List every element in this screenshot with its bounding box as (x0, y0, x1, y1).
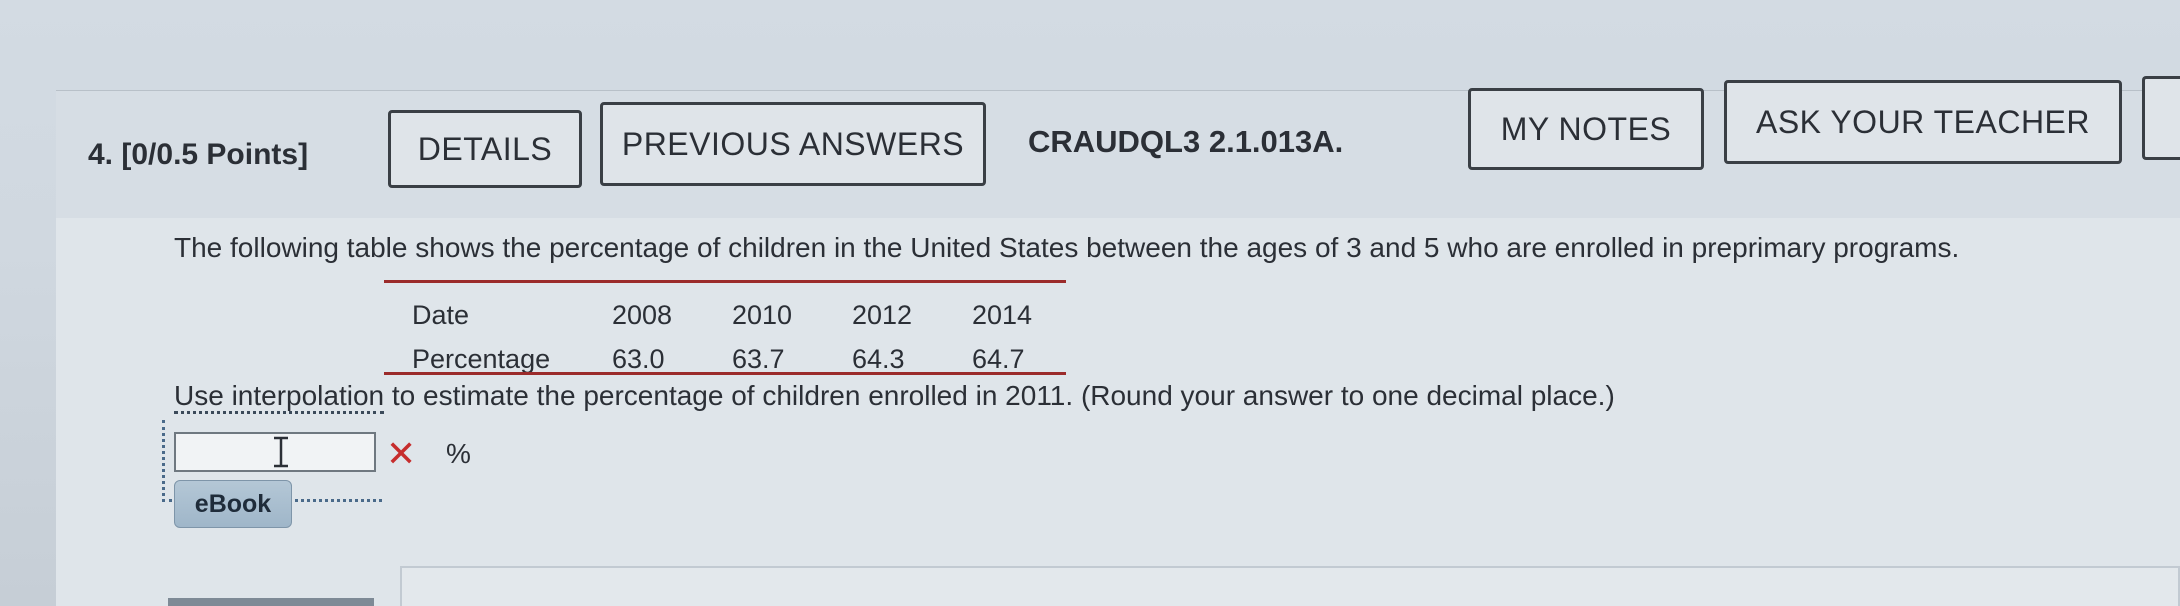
text-cursor-icon (274, 436, 288, 468)
table-row-date: Date 2008 2010 2012 2014 (384, 300, 1066, 340)
my-notes-button[interactable]: MY NOTES (1468, 88, 1704, 170)
table-cell: 63.7 (732, 344, 785, 374)
table-cell: 64.3 (852, 344, 905, 374)
table-cell: 2012 (852, 300, 913, 330)
ebook-button[interactable]: eBook (174, 480, 292, 528)
next-section-bar (168, 598, 374, 606)
next-section-box (400, 566, 2180, 606)
question-text: The following table shows the percentage… (174, 232, 1960, 263)
table-row-label: Percentage (412, 344, 551, 374)
table-top-rule (384, 280, 1066, 283)
table-row-label: Date (412, 300, 470, 330)
ask-your-teacher-button[interactable]: ASK YOUR TEACHER (1724, 80, 2122, 164)
question-number-label: 4. (88, 138, 114, 171)
table-row-percentage: Percentage 63.0 63.7 64.3 64.7 (384, 344, 1066, 384)
details-button[interactable]: DETAILS (388, 110, 582, 188)
question-reference: CRAUDQL3 2.1.013A. (1028, 124, 1344, 159)
table-cell: 2008 (612, 300, 673, 330)
more-options-button[interactable] (2142, 76, 2180, 160)
table-cell: 2014 (972, 300, 1033, 330)
question-number: 4. [0/0.5 Points] (88, 138, 308, 172)
table-cell: 2010 (732, 300, 793, 330)
instruction-rest: to estimate the percentage of children e… (384, 380, 1615, 411)
previous-answers-button[interactable]: PREVIOUS ANSWERS (600, 102, 986, 186)
points-label: [0/0.5 Points] (121, 138, 309, 171)
incorrect-x-icon: ✕ (386, 433, 417, 474)
data-table: Date 2008 2010 2012 2014 Percentage 63.0… (384, 280, 1066, 376)
table-cell: 63.0 (612, 344, 665, 374)
table-cell: 64.7 (972, 344, 1025, 374)
instruction-text: Use interpolation to estimate the percen… (174, 380, 1615, 414)
answer-unit: % (446, 438, 471, 469)
table-bottom-rule (384, 372, 1066, 375)
interpolation-help-link[interactable]: Use interpolation (174, 380, 385, 414)
page: 4. [0/0.5 Points] DETAILS PREVIOUS ANSWE… (0, 0, 2180, 606)
